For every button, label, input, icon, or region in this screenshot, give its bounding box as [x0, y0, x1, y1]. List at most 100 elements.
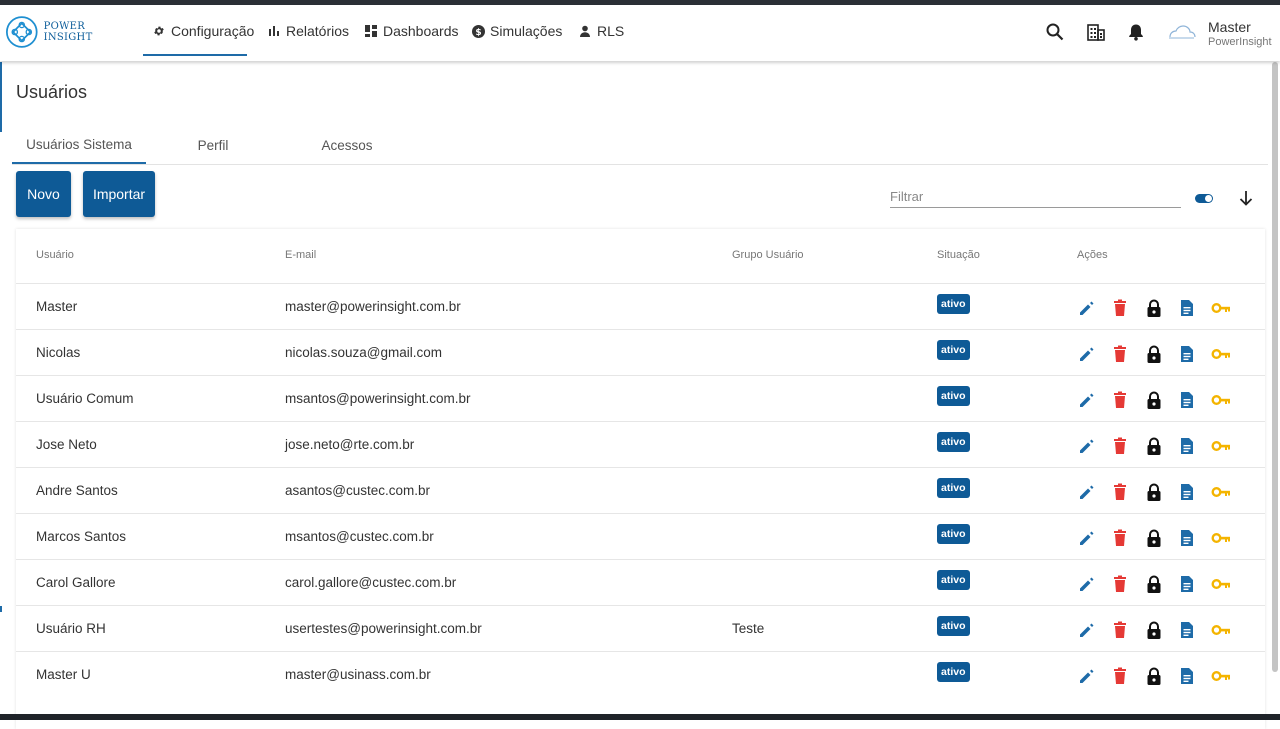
key-icon[interactable] [1211, 620, 1231, 640]
cell-user: Master U [36, 667, 91, 682]
header-status[interactable]: Situação [937, 249, 980, 261]
header-user[interactable]: Usuário [36, 249, 74, 261]
delete-icon[interactable] [1110, 344, 1130, 364]
scrollbar[interactable] [1272, 62, 1278, 672]
filter-toggle[interactable] [1195, 194, 1213, 203]
status-badge: ativo [937, 616, 970, 636]
header-email[interactable]: E-mail [285, 249, 316, 261]
document-icon[interactable] [1177, 436, 1197, 456]
bell-icon[interactable] [1125, 21, 1147, 43]
tab-acessos[interactable]: Acessos [280, 126, 414, 164]
lock-icon[interactable] [1144, 620, 1164, 640]
key-icon[interactable] [1211, 528, 1231, 548]
lock-icon[interactable] [1144, 666, 1164, 686]
status-badge: ativo [937, 662, 970, 682]
lock-icon[interactable] [1144, 344, 1164, 364]
cell-email: master@powerinsight.com.br [285, 299, 461, 314]
header-group[interactable]: Grupo Usuário [732, 249, 804, 261]
document-icon[interactable] [1177, 344, 1197, 364]
lock-icon[interactable] [1144, 574, 1164, 594]
document-icon[interactable] [1177, 574, 1197, 594]
edit-icon[interactable] [1077, 436, 1097, 456]
logo-text: POWER INSIGHT [43, 21, 93, 43]
building-icon[interactable] [1085, 21, 1107, 43]
edit-icon[interactable] [1077, 344, 1097, 364]
tab-bar: Usuários Sistema Perfil Acessos [12, 126, 1268, 165]
edit-icon[interactable] [1077, 390, 1097, 410]
cell-user: Nicolas [36, 345, 81, 360]
tab-label: Acessos [321, 137, 373, 153]
delete-icon[interactable] [1110, 528, 1130, 548]
key-icon[interactable] [1211, 436, 1231, 456]
search-icon[interactable] [1044, 21, 1066, 43]
cell-email: nicolas.souza@gmail.com [285, 345, 443, 360]
delete-icon[interactable] [1110, 666, 1130, 686]
nav-label: Relatórios [286, 23, 350, 39]
dashboard-icon [364, 24, 378, 38]
bar-chart-icon [267, 24, 281, 38]
nav-configuracao[interactable]: Configuração [152, 5, 254, 57]
document-icon[interactable] [1177, 666, 1197, 686]
cell-email: master@usinass.com.br [285, 667, 431, 682]
table-row[interactable]: Master U master@usinass.com.br ativo [16, 651, 1265, 697]
edit-icon[interactable] [1077, 528, 1097, 548]
document-icon[interactable] [1177, 298, 1197, 318]
arrow-down-icon[interactable] [1236, 188, 1256, 208]
key-icon[interactable] [1211, 482, 1231, 502]
lock-icon[interactable] [1144, 298, 1164, 318]
logo-icon [6, 16, 38, 48]
edit-icon[interactable] [1077, 666, 1097, 686]
import-button[interactable]: Importar [83, 171, 155, 217]
edit-icon[interactable] [1077, 298, 1097, 318]
tab-usuarios-sistema[interactable]: Usuários Sistema [12, 126, 146, 164]
left-edge-marker [0, 62, 2, 132]
status-badge: ativo [937, 340, 970, 360]
table-row[interactable]: Master master@powerinsight.com.br ativo [16, 283, 1265, 329]
avatar[interactable] [1166, 23, 1196, 43]
delete-icon[interactable] [1110, 436, 1130, 456]
table-row[interactable]: Nicolas nicolas.souza@gmail.com ativo [16, 329, 1265, 375]
lock-icon[interactable] [1144, 528, 1164, 548]
delete-icon[interactable] [1110, 482, 1130, 502]
document-icon[interactable] [1177, 528, 1197, 548]
lock-icon[interactable] [1144, 436, 1164, 456]
filter-input[interactable] [890, 186, 1181, 208]
cell-email: msantos@powerinsight.com.br [285, 391, 471, 406]
new-button[interactable]: Novo [16, 171, 71, 217]
cell-email: msantos@custec.com.br [285, 529, 434, 544]
logo[interactable]: POWER INSIGHT [6, 9, 126, 55]
lock-icon[interactable] [1144, 482, 1164, 502]
document-icon[interactable] [1177, 482, 1197, 502]
cell-email: usertestes@powerinsight.com.br [285, 621, 482, 636]
document-icon[interactable] [1177, 390, 1197, 410]
tab-perfil[interactable]: Perfil [146, 126, 280, 164]
user-name[interactable]: Master [1208, 19, 1251, 35]
nav-relatorios[interactable]: Relatórios [267, 5, 349, 57]
key-icon[interactable] [1211, 666, 1231, 686]
table-row[interactable]: Carol Gallore carol.gallore@custec.com.br… [16, 559, 1265, 605]
lock-icon[interactable] [1144, 390, 1164, 410]
nav-rls[interactable]: RLS [578, 5, 624, 57]
key-icon[interactable] [1211, 390, 1231, 410]
table-row[interactable]: Jose Neto jose.neto@rte.com.br ativo [16, 421, 1265, 467]
table-row[interactable]: Usuário Comum msantos@powerinsight.com.br… [16, 375, 1265, 421]
delete-icon[interactable] [1110, 390, 1130, 410]
tab-label: Perfil [197, 137, 229, 153]
table-row[interactable]: Andre Santos asantos@custec.com.br ativo [16, 467, 1265, 513]
key-icon[interactable] [1211, 298, 1231, 318]
delete-icon[interactable] [1110, 620, 1130, 640]
edit-icon[interactable] [1077, 574, 1097, 594]
nav-dashboards[interactable]: Dashboards [364, 5, 459, 57]
edit-icon[interactable] [1077, 620, 1097, 640]
cell-user: Master [36, 299, 78, 314]
delete-icon[interactable] [1110, 574, 1130, 594]
key-icon[interactable] [1211, 574, 1231, 594]
delete-icon[interactable] [1110, 298, 1130, 318]
edit-icon[interactable] [1077, 482, 1097, 502]
table-row[interactable]: Marcos Santos msantos@custec.com.br ativo [16, 513, 1265, 559]
nav-simulacoes[interactable]: $ Simulações [471, 5, 562, 57]
table-row[interactable]: Usuário RH usertestes@powerinsight.com.br… [16, 605, 1265, 651]
key-icon[interactable] [1211, 344, 1231, 364]
document-icon[interactable] [1177, 620, 1197, 640]
status-badge: ativo [937, 432, 970, 452]
